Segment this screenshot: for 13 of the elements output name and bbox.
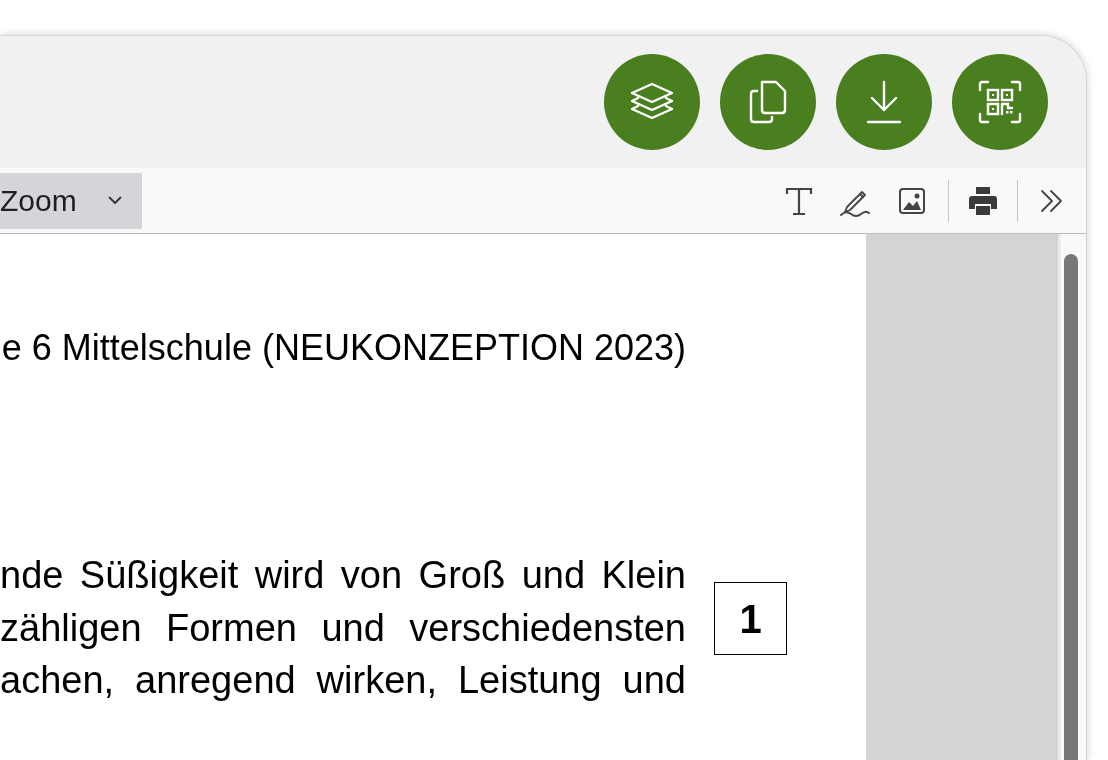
printer-icon [968, 184, 998, 217]
chevron-down-icon [108, 196, 122, 205]
margin-number: 1 [714, 582, 787, 655]
zoom-select[interactable]: Zoom [0, 172, 142, 229]
image-icon [898, 186, 926, 215]
text-icon [784, 185, 814, 216]
copy-icon [748, 79, 788, 125]
document-heading: e 6 Mittelschule (NEUKONZEPTION 2023) [0, 328, 686, 368]
document-paragraph: nde Süßigkeit wird von Groß und Klein zähligen Formen und verschiedensten achen, anregend wirken, Leistung und [0, 553, 686, 703]
scrollbar-thumb[interactable] [1064, 254, 1078, 760]
double-chevron-right-icon [1039, 187, 1065, 214]
qr-code-icon [978, 80, 1022, 124]
download-icon [866, 80, 902, 124]
